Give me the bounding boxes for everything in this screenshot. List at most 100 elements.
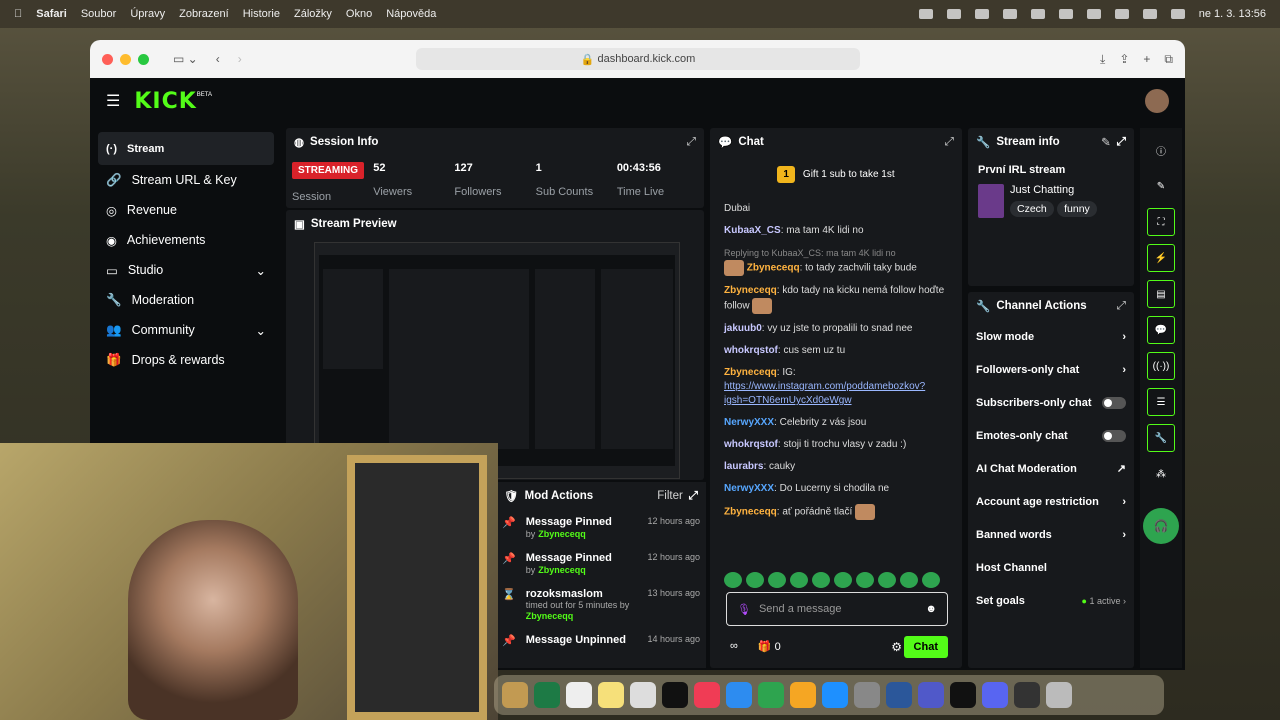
freeform-icon[interactable] xyxy=(630,682,656,708)
kick-logo[interactable]: KICK xyxy=(134,89,196,114)
chat-username[interactable]: KubaaX_CS xyxy=(724,225,781,236)
menu-upravy[interactable]: Úpravy xyxy=(130,8,165,20)
menu-historie[interactable]: Historie xyxy=(243,8,280,20)
menu-okno[interactable]: Okno xyxy=(346,8,372,20)
emote-icon[interactable] xyxy=(724,572,742,588)
dropbox-icon[interactable] xyxy=(946,9,961,19)
settings-icon[interactable] xyxy=(974,9,989,19)
menu-napoveda[interactable]: Nápověda xyxy=(386,8,436,20)
wrench-icon[interactable]: 🔧 xyxy=(1147,424,1175,452)
chat-username[interactable]: NerwyXXX xyxy=(724,483,774,494)
broadcast-icon[interactable]: ((·)) xyxy=(1147,352,1175,380)
emoji-picker-icon[interactable]: ☻ xyxy=(925,603,937,615)
chat-username[interactable]: Zbyneceqq xyxy=(724,285,777,296)
chat-username[interactable]: whokrqstof xyxy=(724,345,778,356)
mod-action-user[interactable]: Zbyneceqq xyxy=(538,529,586,539)
moon-icon[interactable] xyxy=(1002,9,1017,19)
sidebar-item-stream-url-key[interactable]: 🔗 Stream URL & Key xyxy=(98,165,274,195)
chat-send-button[interactable]: Chat xyxy=(903,636,948,658)
emote-icon[interactable] xyxy=(746,572,764,588)
emote-icon[interactable] xyxy=(768,572,786,588)
emote-icon[interactable] xyxy=(922,572,940,588)
chat-username[interactable]: laurabrs xyxy=(724,461,763,472)
new-tab-icon[interactable]: + xyxy=(1143,52,1150,66)
chat-settings-icon[interactable]: ⚙ xyxy=(891,640,902,654)
share-icon[interactable]: ⇪ xyxy=(1119,52,1129,66)
emote-icon[interactable] xyxy=(878,572,896,588)
sidebar-item-revenue[interactable]: ◎ Revenue xyxy=(98,195,274,225)
user-avatar[interactable] xyxy=(1145,89,1169,113)
chat-username[interactable]: jakuub0 xyxy=(724,323,762,334)
emote-icon[interactable] xyxy=(790,572,808,588)
app-icon[interactable] xyxy=(502,682,528,708)
menu-zalozky[interactable]: Záložky xyxy=(294,8,332,20)
people-icon[interactable]: ⁂ xyxy=(1147,460,1175,488)
action-host-channel[interactable]: Host Channel xyxy=(968,551,1134,584)
address-bar[interactable]: 🔒 dashboard.kick.com xyxy=(416,48,860,70)
action-followers-only[interactable]: Followers-only chat › xyxy=(968,353,1134,386)
search-icon[interactable] xyxy=(1114,9,1129,19)
chat-username[interactable]: Zbyneceqq xyxy=(724,507,777,518)
notes-icon[interactable] xyxy=(598,682,624,708)
gift-box-icon[interactable]: 🎁 0 xyxy=(758,640,781,653)
tab-overview-icon[interactable]: ⧉ xyxy=(1164,52,1173,67)
system-settings-icon[interactable] xyxy=(854,682,880,708)
emote-icon[interactable] xyxy=(856,572,874,588)
sidebar-item-moderation[interactable]: 🔧 Moderation xyxy=(98,285,274,315)
document-icon[interactable]: ▤ xyxy=(1147,280,1175,308)
headset-support-icon[interactable]: 🎧 xyxy=(1143,508,1179,544)
chat-input[interactable]: 🎙 Send a message ☻ xyxy=(726,592,948,626)
mod-action-user[interactable]: Zbyneceqq xyxy=(526,611,574,621)
sidebar-item-achievements[interactable]: ◉ Achievements xyxy=(98,225,274,255)
download-icon[interactable]: ⤓ xyxy=(1100,52,1105,67)
edit-icon[interactable]: ✎ xyxy=(1101,135,1111,149)
back-icon[interactable]: ‹ xyxy=(216,52,220,66)
siri-icon[interactable] xyxy=(1170,9,1185,19)
apple-menu[interactable]:  xyxy=(14,8,22,20)
reminders-icon[interactable] xyxy=(566,682,592,708)
expand-icon[interactable]: ⤢ xyxy=(1117,300,1126,313)
music-icon[interactable] xyxy=(694,682,720,708)
action-ai-moderation[interactable]: AI Chat Moderation ↗ xyxy=(968,452,1134,485)
expand-icon[interactable]: ⤢ xyxy=(689,490,698,503)
chat-username[interactable]: Zbyneceqq xyxy=(747,263,800,274)
expand-icon[interactable]: ⤢ xyxy=(1117,136,1126,149)
sidebar-item-community[interactable]: 👥 Community ⌄ xyxy=(98,315,274,345)
pages-icon[interactable] xyxy=(790,682,816,708)
microphone-icon[interactable]: 🎙 xyxy=(737,603,751,616)
apple-tv-icon[interactable] xyxy=(662,682,688,708)
mod-action-title[interactable]: rozoksmaslom xyxy=(526,588,630,600)
word-icon[interactable] xyxy=(886,682,912,708)
subscribers-only-toggle[interactable] xyxy=(1102,396,1126,409)
sidebar-toggle-icon[interactable]: ▭ ⌄ xyxy=(173,52,198,66)
action-banned-words[interactable]: Banned words › xyxy=(968,518,1134,551)
message-link[interactable]: https://www.instagram.com/poddamebozkov?… xyxy=(724,381,925,406)
minimize-window-button[interactable] xyxy=(120,53,131,65)
stack-icon[interactable]: ☰ xyxy=(1147,388,1175,416)
forward-icon[interactable]: › xyxy=(238,52,242,66)
action-set-goals[interactable]: Set goals ● 1 active › xyxy=(968,584,1134,617)
chat-icon[interactable]: 💬 xyxy=(1147,316,1175,344)
category-name[interactable]: Just Chatting xyxy=(1010,184,1097,196)
expand-icon[interactable]: ⤢ xyxy=(945,136,954,149)
camera-focus-icon[interactable]: ⛶ xyxy=(1147,208,1175,236)
battery-icon[interactable] xyxy=(1058,9,1073,19)
menu-soubor[interactable]: Soubor xyxy=(81,8,116,20)
chat-username[interactable]: whokrqstof xyxy=(724,439,778,450)
sidebar-item-stream[interactable]: (·) Stream xyxy=(98,132,274,165)
screen-mirror-icon[interactable] xyxy=(918,9,933,19)
hamburger-menu-icon[interactable]: ☰ xyxy=(106,91,120,111)
chat-username[interactable]: NerwyXXX xyxy=(724,417,774,428)
obs-icon[interactable] xyxy=(1014,682,1040,708)
keynote-icon[interactable] xyxy=(726,682,752,708)
emote-icon[interactable] xyxy=(834,572,852,588)
wifi-icon[interactable] xyxy=(1086,9,1101,19)
menu-app-safari[interactable]: Safari xyxy=(36,8,67,20)
app-store-icon[interactable] xyxy=(822,682,848,708)
emote-icon[interactable] xyxy=(812,572,830,588)
filter-button[interactable]: Filter xyxy=(657,490,683,502)
action-account-age[interactable]: Account age restriction › xyxy=(968,485,1134,518)
mod-action-user[interactable]: Zbyneceqq xyxy=(538,565,586,575)
edit-icon[interactable]: ✎ xyxy=(1147,172,1175,200)
chat-username[interactable]: Zbyneceqq xyxy=(724,367,777,378)
